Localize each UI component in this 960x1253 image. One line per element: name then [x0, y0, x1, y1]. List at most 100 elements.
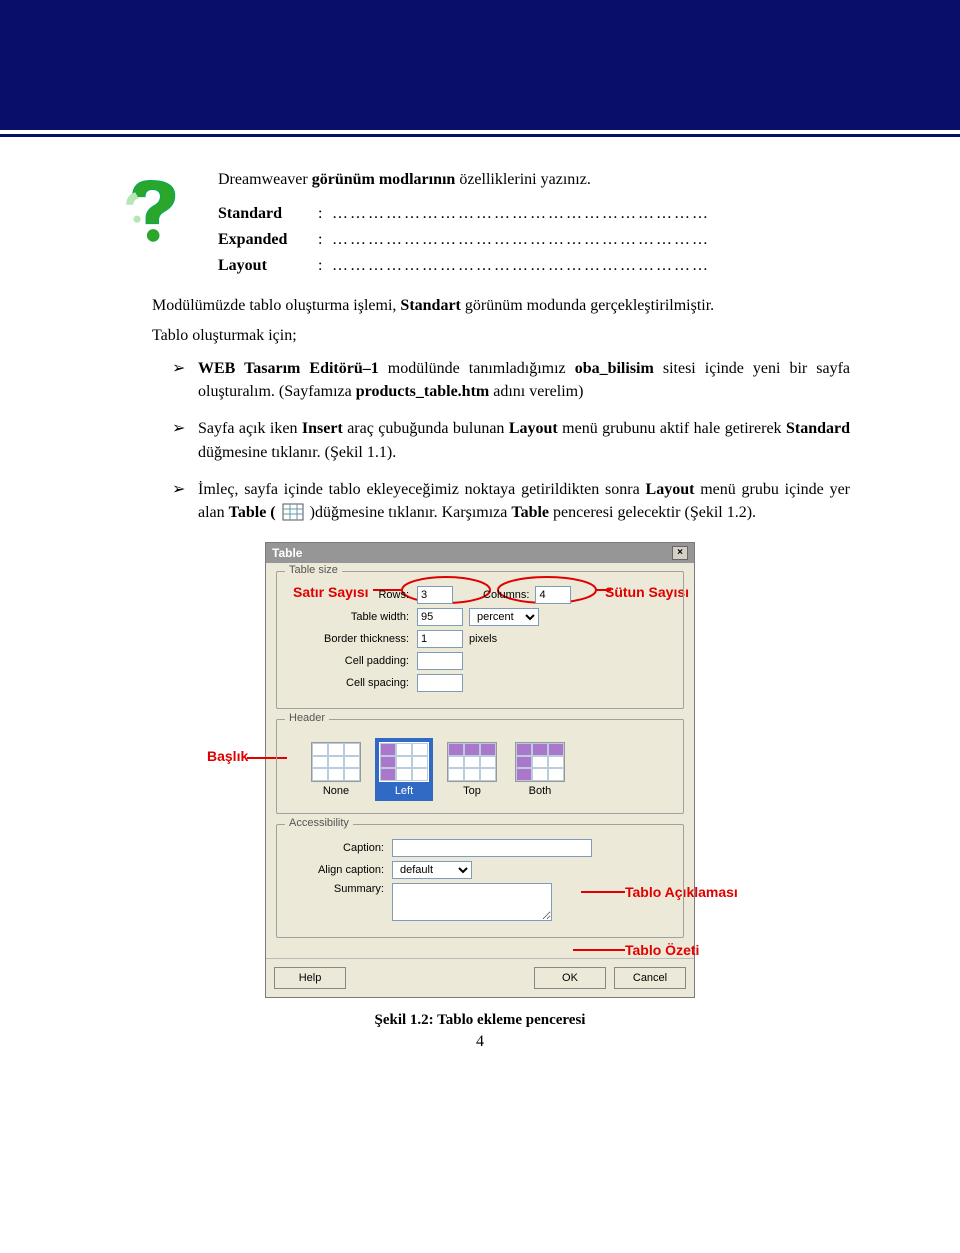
- create-intro: Tablo oluşturmak için;: [110, 327, 850, 345]
- page-number: 4: [110, 1033, 850, 1051]
- question-mark-icon: [110, 167, 200, 257]
- row-cols-row: Rows: Columns:: [287, 586, 673, 604]
- cellpad-row: Cell padding:: [287, 652, 673, 670]
- width-input[interactable]: [417, 608, 463, 626]
- txt: düğmesine tıklanır. (Şekil 1.1).: [198, 444, 396, 461]
- align-label: Align caption:: [287, 864, 392, 876]
- colon: :: [318, 227, 332, 253]
- width-row: Table width: percent: [287, 608, 673, 626]
- annotation-baslik: Başlık: [207, 748, 248, 764]
- summary-row: Summary:: [287, 883, 673, 921]
- cellspc-label: Cell spacing:: [287, 677, 417, 689]
- header-options: None Left Top Both: [307, 738, 673, 801]
- border-label: Border thickness:: [287, 633, 417, 645]
- cellspc-row: Cell spacing:: [287, 674, 673, 692]
- list-item: WEB Tasarım Editörü–1 modülünde tanımlad…: [172, 357, 850, 403]
- align-row: Align caption: default: [287, 861, 673, 879]
- header-caption: Top: [463, 785, 481, 797]
- txt-bold: oba_bilisim: [575, 360, 654, 377]
- mode-dots: ………………………………………………………: [332, 201, 716, 227]
- summary-label: Summary:: [287, 883, 392, 895]
- header-caption: None: [323, 785, 349, 797]
- group-table-size: Table size Rows: Columns: Table width: p…: [276, 571, 684, 709]
- intro-row: Dreamweaver görünüm modlarının özellikle…: [110, 167, 850, 279]
- txt: penceresi gelecektir (Şekil 1.2).: [549, 504, 756, 521]
- group-accessibility: Accessibility Caption: Align caption: de…: [276, 824, 684, 938]
- mode-row: Layout : ………………………………………………………: [218, 253, 716, 279]
- mode-dots: ………………………………………………………: [332, 253, 716, 279]
- summary-textarea[interactable]: [392, 883, 552, 921]
- txt-bold: Table (: [229, 504, 276, 521]
- dialog-title-text: Table: [272, 546, 302, 560]
- figure-caption: Şekil 1.2: Tablo ekleme penceresi: [110, 1012, 850, 1029]
- bullet-list: WEB Tasarım Editörü–1 modülünde tanımlad…: [110, 357, 850, 524]
- cellpad-label: Cell padding:: [287, 655, 417, 667]
- width-label: Table width:: [287, 611, 417, 623]
- rows-label: Rows:: [287, 589, 417, 601]
- txt: adını verelim): [489, 383, 583, 400]
- txt-bold: Insert: [302, 420, 343, 437]
- lead-pre: Dreamweaver: [218, 171, 312, 188]
- txt: modülünde tanımladığımız: [379, 360, 575, 377]
- cellpad-input[interactable]: [417, 652, 463, 670]
- txt-bold: Table: [511, 504, 549, 521]
- txt: görünüm modunda gerçekleştirilmiştir.: [461, 297, 714, 314]
- caption-input[interactable]: [392, 839, 592, 857]
- intro-text: Dreamweaver görünüm modlarının özellikle…: [218, 171, 850, 279]
- header-option-top[interactable]: Top: [443, 738, 501, 801]
- mode-label: Expanded: [218, 227, 318, 253]
- group-header: Header None Left Top: [276, 719, 684, 814]
- dialog-body: Table size Rows: Columns: Table width: p…: [266, 563, 694, 958]
- txt-bold: WEB Tasarım Editörü–1: [198, 360, 379, 377]
- module-paragraph: Modülümüzde tablo oluşturma işlemi, Stan…: [110, 297, 850, 315]
- txt-bold: Layout: [509, 420, 558, 437]
- list-item: Sayfa açık iken Insert araç çubuğunda bu…: [172, 417, 850, 463]
- header-caption: Both: [529, 785, 552, 797]
- table-dialog: Table × Table size Rows: Columns: Table …: [265, 542, 695, 998]
- colon: :: [318, 253, 332, 279]
- header-option-left[interactable]: Left: [375, 738, 433, 801]
- header-option-none[interactable]: None: [307, 738, 365, 801]
- border-unit: pixels: [469, 633, 497, 645]
- txt: Modülümüzde tablo oluşturma işlemi,: [152, 297, 400, 314]
- width-unit-select[interactable]: percent: [469, 608, 539, 626]
- txt: Sayfa açık iken: [198, 420, 302, 437]
- dialog-titlebar: Table ×: [266, 543, 694, 563]
- divider: [0, 134, 960, 137]
- border-input[interactable]: [417, 630, 463, 648]
- mode-row: Expanded : ………………………………………………………: [218, 227, 716, 253]
- group-legend: Accessibility: [285, 817, 353, 829]
- ok-button[interactable]: OK: [534, 967, 606, 989]
- lead-text: Dreamweaver görünüm modlarının özellikle…: [218, 171, 850, 189]
- colon: :: [318, 201, 332, 227]
- dialog-button-row: Help OK Cancel: [266, 958, 694, 997]
- txt: araç çubuğunda bulunan: [343, 420, 509, 437]
- header-option-both[interactable]: Both: [511, 738, 569, 801]
- lead-post: özelliklerini yazınız.: [455, 171, 591, 188]
- rows-input[interactable]: [417, 586, 453, 604]
- group-legend: Table size: [285, 564, 342, 576]
- modes-table: Standard : ……………………………………………………… Expande…: [218, 201, 716, 279]
- page-content: Dreamweaver görünüm modlarının özellikle…: [0, 167, 960, 1081]
- dialog-container: Başlık Satır Sayısı Sütun Sayısı Tablo A…: [265, 542, 695, 998]
- annotation-line: [573, 948, 625, 952]
- txt-bold: Standard: [786, 420, 850, 437]
- mode-row: Standard : ………………………………………………………: [218, 201, 716, 227]
- cancel-button[interactable]: Cancel: [614, 967, 686, 989]
- help-button[interactable]: Help: [274, 967, 346, 989]
- annotation-tablo-ozeti: Tablo Özeti: [625, 942, 699, 958]
- cellspc-input[interactable]: [417, 674, 463, 692]
- txt-bold: products_table.htm: [356, 383, 490, 400]
- cols-input[interactable]: [535, 586, 571, 604]
- mode-label: Standard: [218, 201, 318, 227]
- caption-label: Caption:: [287, 842, 392, 854]
- align-select[interactable]: default: [392, 861, 472, 879]
- txt-bold: Layout: [646, 481, 695, 498]
- list-item: İmleç, sayfa içinde tablo ekleyeceğimiz …: [172, 478, 850, 524]
- txt-bold: Standart: [400, 297, 460, 314]
- close-icon[interactable]: ×: [672, 546, 688, 560]
- table-icon: [282, 503, 304, 521]
- txt: menü grubunu aktif hale getirerek: [558, 420, 786, 437]
- lead-bold: görünüm modlarının: [312, 171, 456, 188]
- group-legend: Header: [285, 712, 329, 724]
